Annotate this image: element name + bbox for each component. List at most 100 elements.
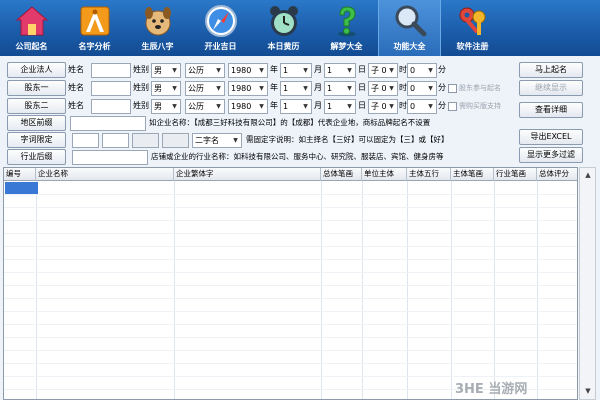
toolbar-item-almanac[interactable]: 本日黄历 <box>252 0 315 56</box>
gender-label: 姓别 <box>133 65 149 74</box>
name-label: 姓名 <box>68 65 84 74</box>
chevron-down-icon: ▼ <box>259 85 264 92</box>
toolbar-item-register[interactable]: 软件注册 <box>441 0 504 56</box>
grid-row-line <box>4 207 577 208</box>
month-select[interactable]: 1 ▼ <box>280 99 312 114</box>
industry-input[interactable] <box>72 150 148 165</box>
month-select[interactable]: 1 ▼ <box>280 63 312 78</box>
grid-divider <box>321 181 322 399</box>
toolbar-label: 名字分析 <box>78 42 111 51</box>
toolbar-item-name-analysis[interactable]: 名字分析 <box>63 0 126 56</box>
month-select[interactable]: 1 ▼ <box>280 81 312 96</box>
month-unit: 月 <box>314 65 322 74</box>
shareholder-participate-label: 股东参与起名 <box>459 84 501 92</box>
char-input-4[interactable] <box>162 133 189 148</box>
col-header-industry-strokes[interactable]: 行业笔画 <box>494 168 537 181</box>
calendar-select[interactable]: 公历 ▼ <box>185 63 225 78</box>
hour-select[interactable]: 子 0 ▼ <box>368 63 398 78</box>
day-unit: 日 <box>358 101 366 110</box>
shareholder-one-button[interactable]: 股东一 <box>7 80 66 96</box>
minute-select[interactable]: 0 ▼ <box>407 81 437 96</box>
more-filters-button[interactable]: 显示更多过滤 <box>519 147 583 163</box>
col-header-score[interactable]: 总体评分 <box>537 168 577 181</box>
grid-divider <box>451 181 452 399</box>
toolbar-item-birth-chart[interactable]: 生辰八字 <box>126 0 189 56</box>
year-select[interactable]: 1980 ▼ <box>228 99 268 114</box>
paid-version-label: 需购买版支持 <box>459 102 501 110</box>
legal-person-row: 企业法人 姓名 姓别 男 ▼ 公历 ▼ 1980 ▼ 年 1 ▼ 月 1 ▼ 日 子 0 ▼… <box>0 62 600 79</box>
minute-select[interactable]: 0 ▼ <box>407 99 437 114</box>
year-value: 1980 <box>231 84 252 93</box>
day-select[interactable]: 1 ▼ <box>324 63 356 78</box>
char-input-3[interactable] <box>132 133 159 148</box>
chevron-down-icon: ▼ <box>216 67 221 74</box>
chevron-down-icon: ▼ <box>259 67 264 74</box>
continue-display-button[interactable]: 继续显示 <box>519 80 583 96</box>
toolbar-item-company-naming[interactable]: 公司起名 <box>0 0 63 56</box>
shareholder-two-button[interactable]: 股东二 <box>7 98 66 114</box>
export-excel-button[interactable]: 导出EXCEL <box>519 129 583 145</box>
grid-divider <box>174 181 175 399</box>
toolbar-label: 公司起名 <box>15 42 48 51</box>
minute-value: 0 <box>410 66 416 75</box>
toolbar-item-dream[interactable]: 解梦大全 <box>315 0 378 56</box>
name-input[interactable] <box>91 63 131 78</box>
selected-cell[interactable] <box>5 182 38 194</box>
char-input-1[interactable] <box>72 133 99 148</box>
char-input-2[interactable] <box>102 133 129 148</box>
hour-unit: 时 <box>399 83 407 92</box>
region-input[interactable] <box>70 116 146 131</box>
grid-divider <box>537 181 538 399</box>
legal-person-button[interactable]: 企业法人 <box>7 62 66 78</box>
hour-select[interactable]: 子 0 ▼ <box>368 81 398 96</box>
col-header-unit-subject[interactable]: 单位主体 <box>362 168 407 181</box>
minute-value: 0 <box>410 84 416 93</box>
toolbar-item-opening-day[interactable]: 开业吉日 <box>189 0 252 56</box>
start-naming-button[interactable]: 马上起名 <box>519 62 583 78</box>
col-header-total-strokes[interactable]: 总体笔画 <box>321 168 362 181</box>
calendar-select[interactable]: 公历 ▼ <box>185 99 225 114</box>
chevron-down-icon: ▼ <box>172 103 177 110</box>
name-input[interactable] <box>91 81 131 96</box>
year-select[interactable]: 1980 ▼ <box>228 81 268 96</box>
chevron-down-icon: ▼ <box>347 103 352 110</box>
day-select[interactable]: 1 ▼ <box>324 81 356 96</box>
gender-select[interactable]: 男 ▼ <box>151 81 181 96</box>
gender-select[interactable]: 男 ▼ <box>151 99 181 114</box>
scroll-up-icon[interactable]: ▲ <box>581 169 595 182</box>
grid-row-line <box>4 337 577 338</box>
region-prefix-button[interactable]: 地区前缀 <box>7 115 66 131</box>
name-input[interactable] <box>91 99 131 114</box>
results-grid[interactable]: 编号 企业名称 企业繁体字 总体笔画 单位主体 主体五行 主体笔画 行业笔画 总… <box>3 167 578 400</box>
chevron-down-icon: ▼ <box>389 85 394 92</box>
toolbar-item-functions[interactable]: 功能大全 <box>378 0 441 56</box>
hour-select[interactable]: 子 0 ▼ <box>368 99 398 114</box>
toolbar-label: 功能大全 <box>393 42 426 51</box>
calendar-value: 公历 <box>188 84 204 93</box>
magnifier-icon <box>395 5 426 37</box>
shareholder-participate-checkbox[interactable] <box>448 84 457 93</box>
char-count-select[interactable]: 二字名 ▼ <box>192 133 242 148</box>
year-unit: 年 <box>270 101 278 110</box>
col-header-company-name[interactable]: 企业名称 <box>36 168 174 181</box>
gender-select[interactable]: 男 ▼ <box>151 63 181 78</box>
month-unit: 月 <box>314 83 322 92</box>
paid-version-checkbox[interactable] <box>448 102 457 111</box>
minute-select[interactable]: 0 ▼ <box>407 63 437 78</box>
grid-scrollbar[interactable]: ▲ ▼ <box>579 167 596 400</box>
col-header-traditional[interactable]: 企业繁体字 <box>174 168 321 181</box>
month-unit: 月 <box>314 101 322 110</box>
naming-form: 企业法人 姓名 姓别 男 ▼ 公历 ▼ 1980 ▼ 年 1 ▼ 月 1 ▼ 日 子 0 ▼… <box>0 56 600 168</box>
industry-suffix-button[interactable]: 行业后缀 <box>7 149 66 165</box>
col-header-id[interactable]: 编号 <box>4 168 36 181</box>
year-value: 1980 <box>231 102 252 111</box>
col-header-subject-element[interactable]: 主体五行 <box>407 168 451 181</box>
calendar-select[interactable]: 公历 ▼ <box>185 81 225 96</box>
main-toolbar: 公司起名 名字分析 生辰八字 开业吉日 本日黄历 解梦大全 功能大全 软件注册 <box>0 0 600 56</box>
day-select[interactable]: 1 ▼ <box>324 99 356 114</box>
grid-divider <box>407 181 408 399</box>
year-select[interactable]: 1980 ▼ <box>228 63 268 78</box>
watermark-logo: 3HE 当游网 <box>455 382 528 397</box>
col-header-subject-strokes[interactable]: 主体笔画 <box>451 168 494 181</box>
char-limit-button[interactable]: 字词限定 <box>7 132 66 148</box>
